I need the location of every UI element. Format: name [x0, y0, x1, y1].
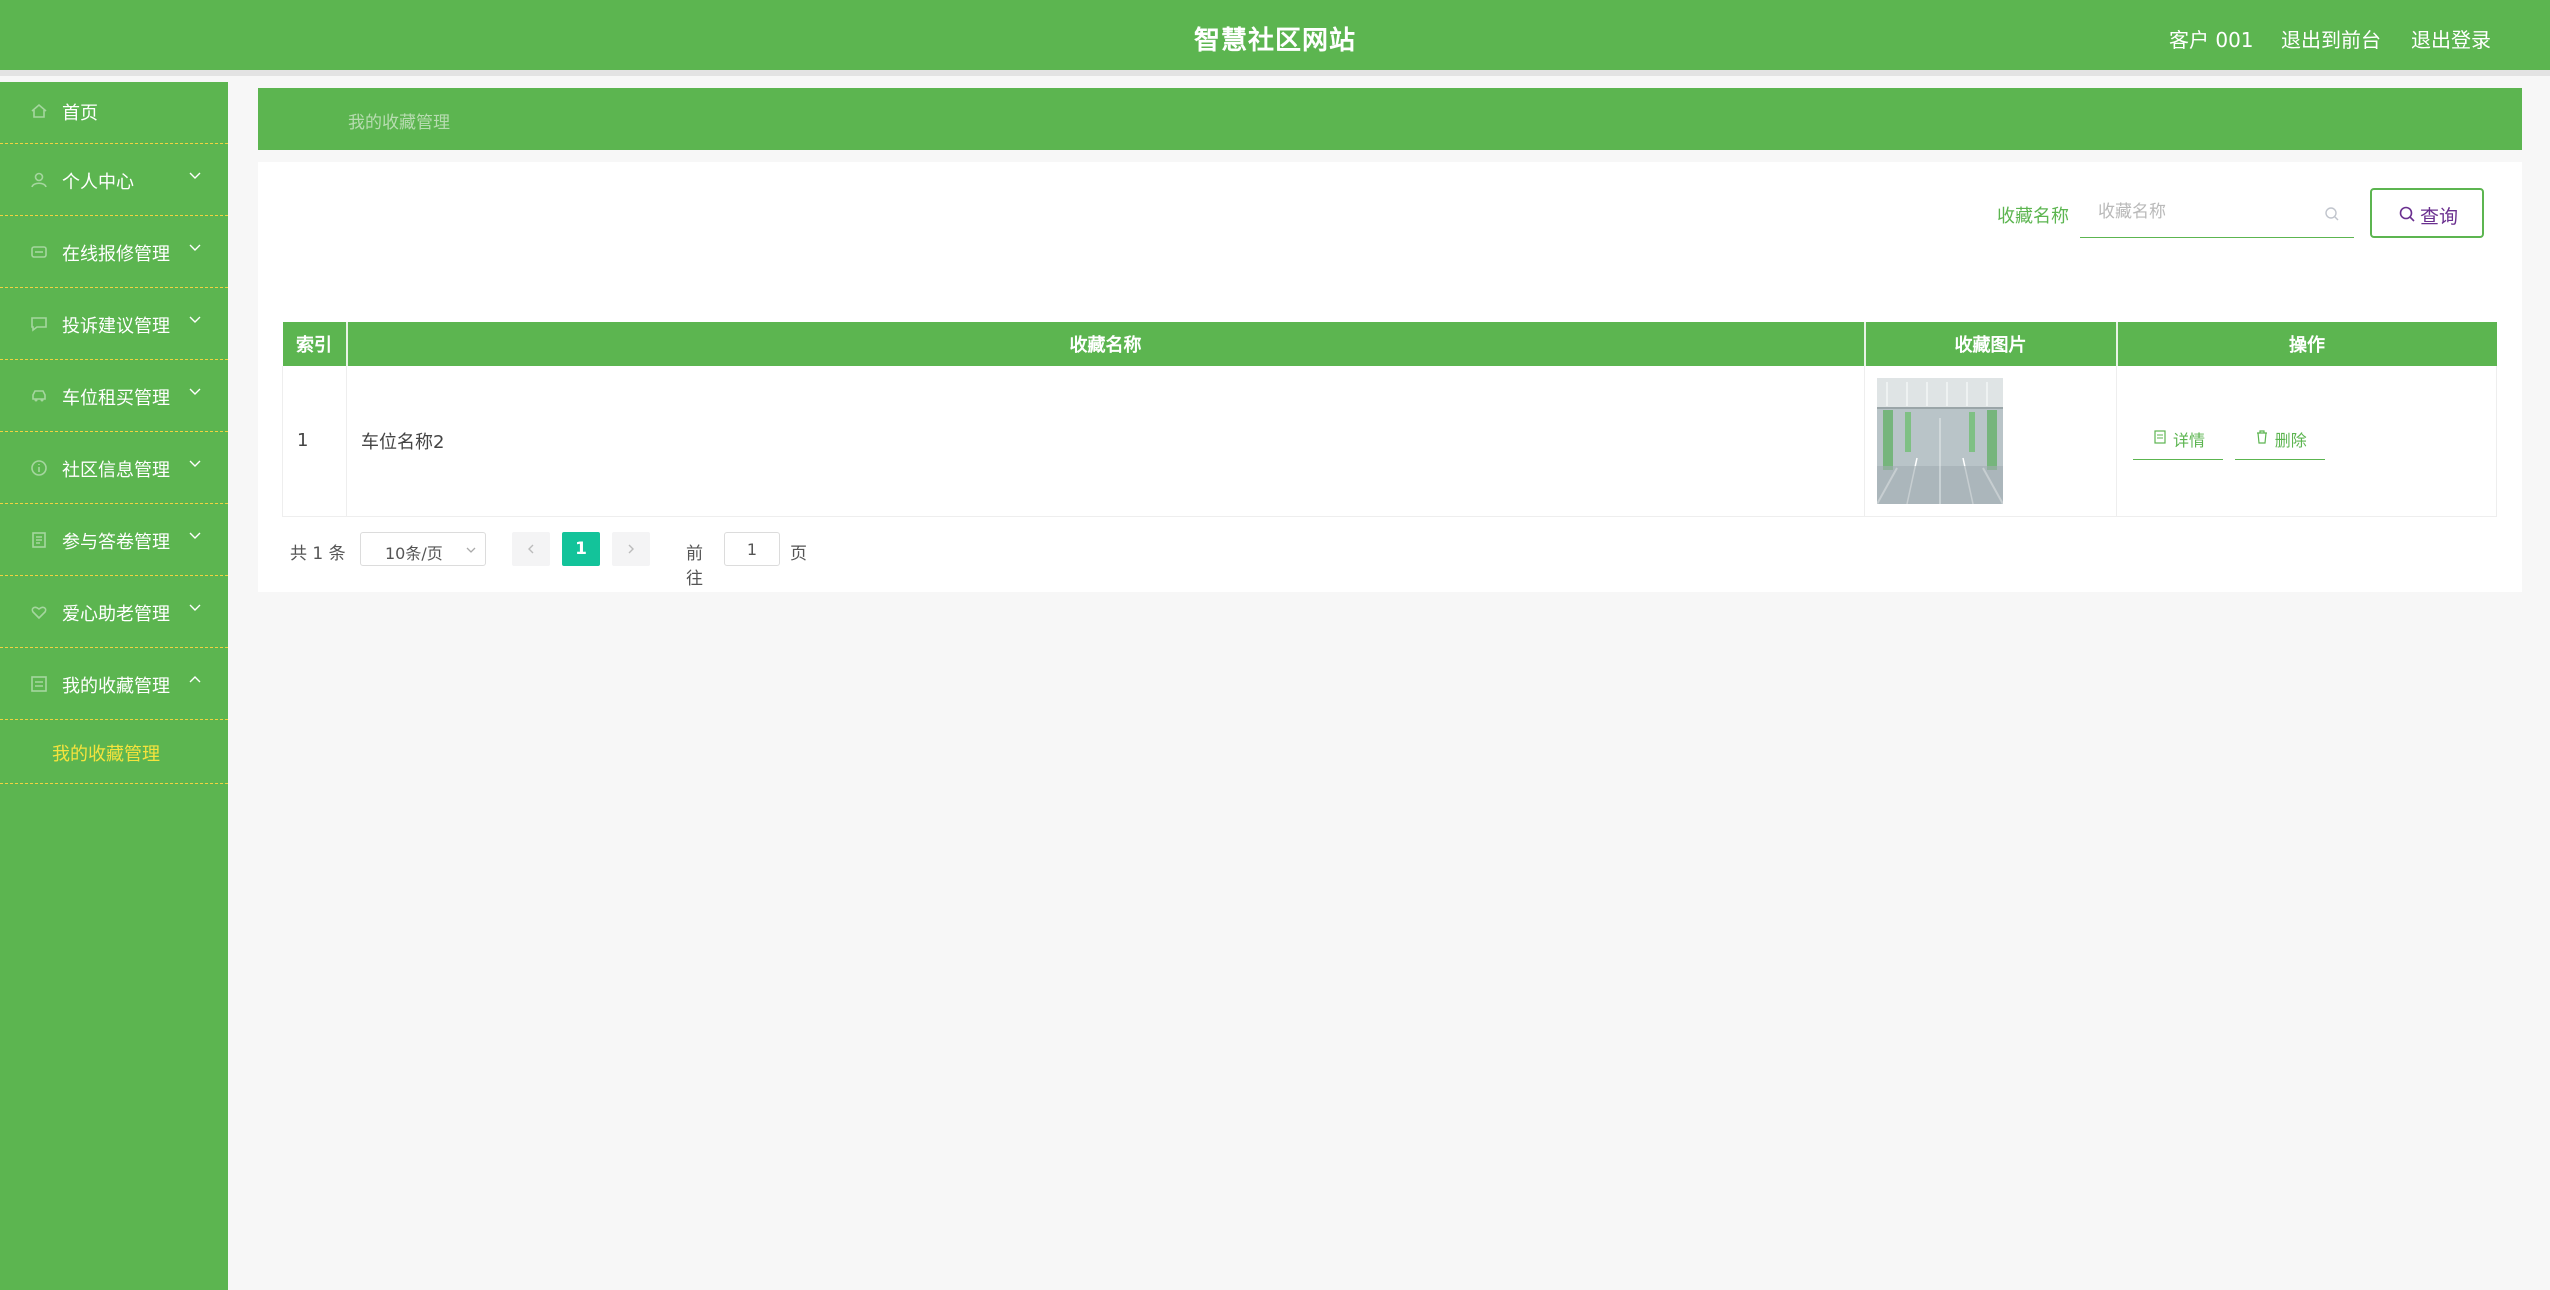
page-suffix: 页	[790, 544, 807, 564]
sidebar-item-label: 车位租买管理	[62, 388, 170, 409]
favorites-table: 索引 收藏名称 收藏图片 操作 1 车位名称2 详情 删除	[282, 322, 2497, 517]
survey-icon	[32, 532, 46, 548]
pagination-total: 共 1 条	[290, 544, 346, 564]
sidebar-item-home[interactable]: 首页	[0, 82, 228, 144]
sidebar-item-label: 投诉建议管理	[62, 316, 170, 337]
chevron-down-icon	[189, 388, 201, 395]
chevron-down-icon	[189, 604, 201, 611]
chevron-down-icon	[189, 172, 201, 179]
detail-button[interactable]: 详情	[2133, 416, 2223, 461]
sidebar-item-personal-center[interactable]: 个人中心	[0, 144, 228, 216]
sidebar-item-favorites[interactable]: 我的收藏管理	[0, 648, 228, 720]
sidebar-item-survey[interactable]: 参与答卷管理	[0, 504, 228, 576]
query-button-label: 查询	[2420, 206, 2459, 228]
cell-name: 车位名称2	[346, 366, 1865, 517]
main-panel: 收藏名称 查询 索引 收藏名称 收藏图片 操作 1 车位名称2	[258, 162, 2522, 592]
search-icon	[2399, 206, 2415, 222]
table-row: 1 车位名称2 详情 删除	[282, 366, 2497, 517]
top-header: 智慧社区网站 客户 001 退出到前台 退出登录	[0, 0, 2550, 76]
cell-index: 1	[282, 366, 347, 517]
chevron-up-icon	[189, 676, 201, 683]
breadcrumb: 我的收藏管理	[258, 88, 2522, 150]
info-icon	[31, 460, 47, 476]
heart-icon	[31, 606, 47, 620]
detail-button-label: 详情	[2173, 431, 2206, 451]
sidebar-item-label: 首页	[62, 103, 98, 124]
delete-button-label: 删除	[2274, 431, 2307, 451]
sidebar-item-repair[interactable]: 在线报修管理	[0, 216, 228, 288]
sidebar-item-label: 在线报修管理	[62, 244, 170, 265]
goto-label: 前往	[686, 544, 703, 589]
parking-garage-thumbnail[interactable]	[1877, 377, 2003, 504]
breadcrumb-text: 我的收藏管理	[348, 113, 450, 133]
trash-icon	[2256, 430, 2267, 444]
comment-icon	[31, 317, 47, 332]
chevron-left-icon	[528, 544, 534, 554]
chevron-down-icon	[189, 316, 201, 323]
logout-link[interactable]: 退出登录	[2411, 24, 2491, 53]
column-header-image: 收藏图片	[1864, 322, 2118, 366]
page-number-current[interactable]: 1	[562, 532, 600, 566]
sidebar-item-label: 个人中心	[62, 172, 134, 193]
search-icon	[2325, 207, 2339, 221]
query-button[interactable]: 查询	[2370, 188, 2484, 238]
chevron-down-icon	[189, 460, 201, 467]
site-title: 智慧社区网站	[1193, 26, 1356, 56]
sidebar-item-label: 我的收藏管理	[62, 676, 170, 697]
chevron-down-icon	[189, 244, 201, 251]
star-icon	[31, 676, 47, 692]
page-size-value: 10条/页	[385, 544, 443, 563]
sidebar: 首页 个人中心 在线报修管理 投诉建议管理 车位租买管理 社区信息管理 参与答卷…	[0, 82, 228, 1290]
next-page-button[interactable]	[612, 532, 650, 566]
sidebar-item-complaints[interactable]: 投诉建议管理	[0, 288, 228, 360]
sidebar-item-label: 社区信息管理	[62, 460, 170, 481]
search-field	[2080, 188, 2354, 238]
sidebar-item-parking[interactable]: 车位租买管理	[0, 360, 228, 432]
chevron-down-icon	[466, 547, 476, 553]
column-header-index: 索引	[282, 322, 348, 366]
sidebar-subitem-label: 我的收藏管理	[52, 744, 160, 765]
search-input[interactable]	[2080, 188, 2320, 236]
back-to-front-link[interactable]: 退出到前台	[2281, 24, 2381, 53]
wrench-icon	[31, 246, 47, 258]
table-header-row: 索引 收藏名称 收藏图片 操作	[282, 322, 2497, 366]
chevron-right-icon	[628, 544, 634, 554]
search-label: 收藏名称	[1997, 206, 2069, 227]
cell-image	[1864, 366, 2117, 517]
car-icon	[32, 390, 46, 402]
user-icon	[31, 172, 47, 188]
sidebar-subitem-my-favorites[interactable]: 我的收藏管理	[0, 720, 228, 784]
home-icon	[31, 103, 47, 118]
document-icon	[2154, 430, 2166, 444]
sidebar-item-label: 参与答卷管理	[62, 532, 170, 553]
page-size-select[interactable]: 10条/页	[360, 532, 486, 566]
goto-page-input[interactable]	[724, 532, 780, 566]
cell-actions: 详情 删除	[2116, 366, 2497, 517]
column-header-name: 收藏名称	[346, 322, 1866, 366]
column-header-actions: 操作	[2116, 322, 2497, 366]
sidebar-item-community-info[interactable]: 社区信息管理	[0, 432, 228, 504]
sidebar-item-label: 爱心助老管理	[62, 604, 170, 625]
sidebar-item-elderly-care[interactable]: 爱心助老管理	[0, 576, 228, 648]
delete-button[interactable]: 删除	[2234, 416, 2325, 461]
chevron-down-icon	[189, 532, 201, 539]
prev-page-button[interactable]	[512, 532, 550, 566]
current-user: 客户 001	[2169, 28, 2254, 52]
